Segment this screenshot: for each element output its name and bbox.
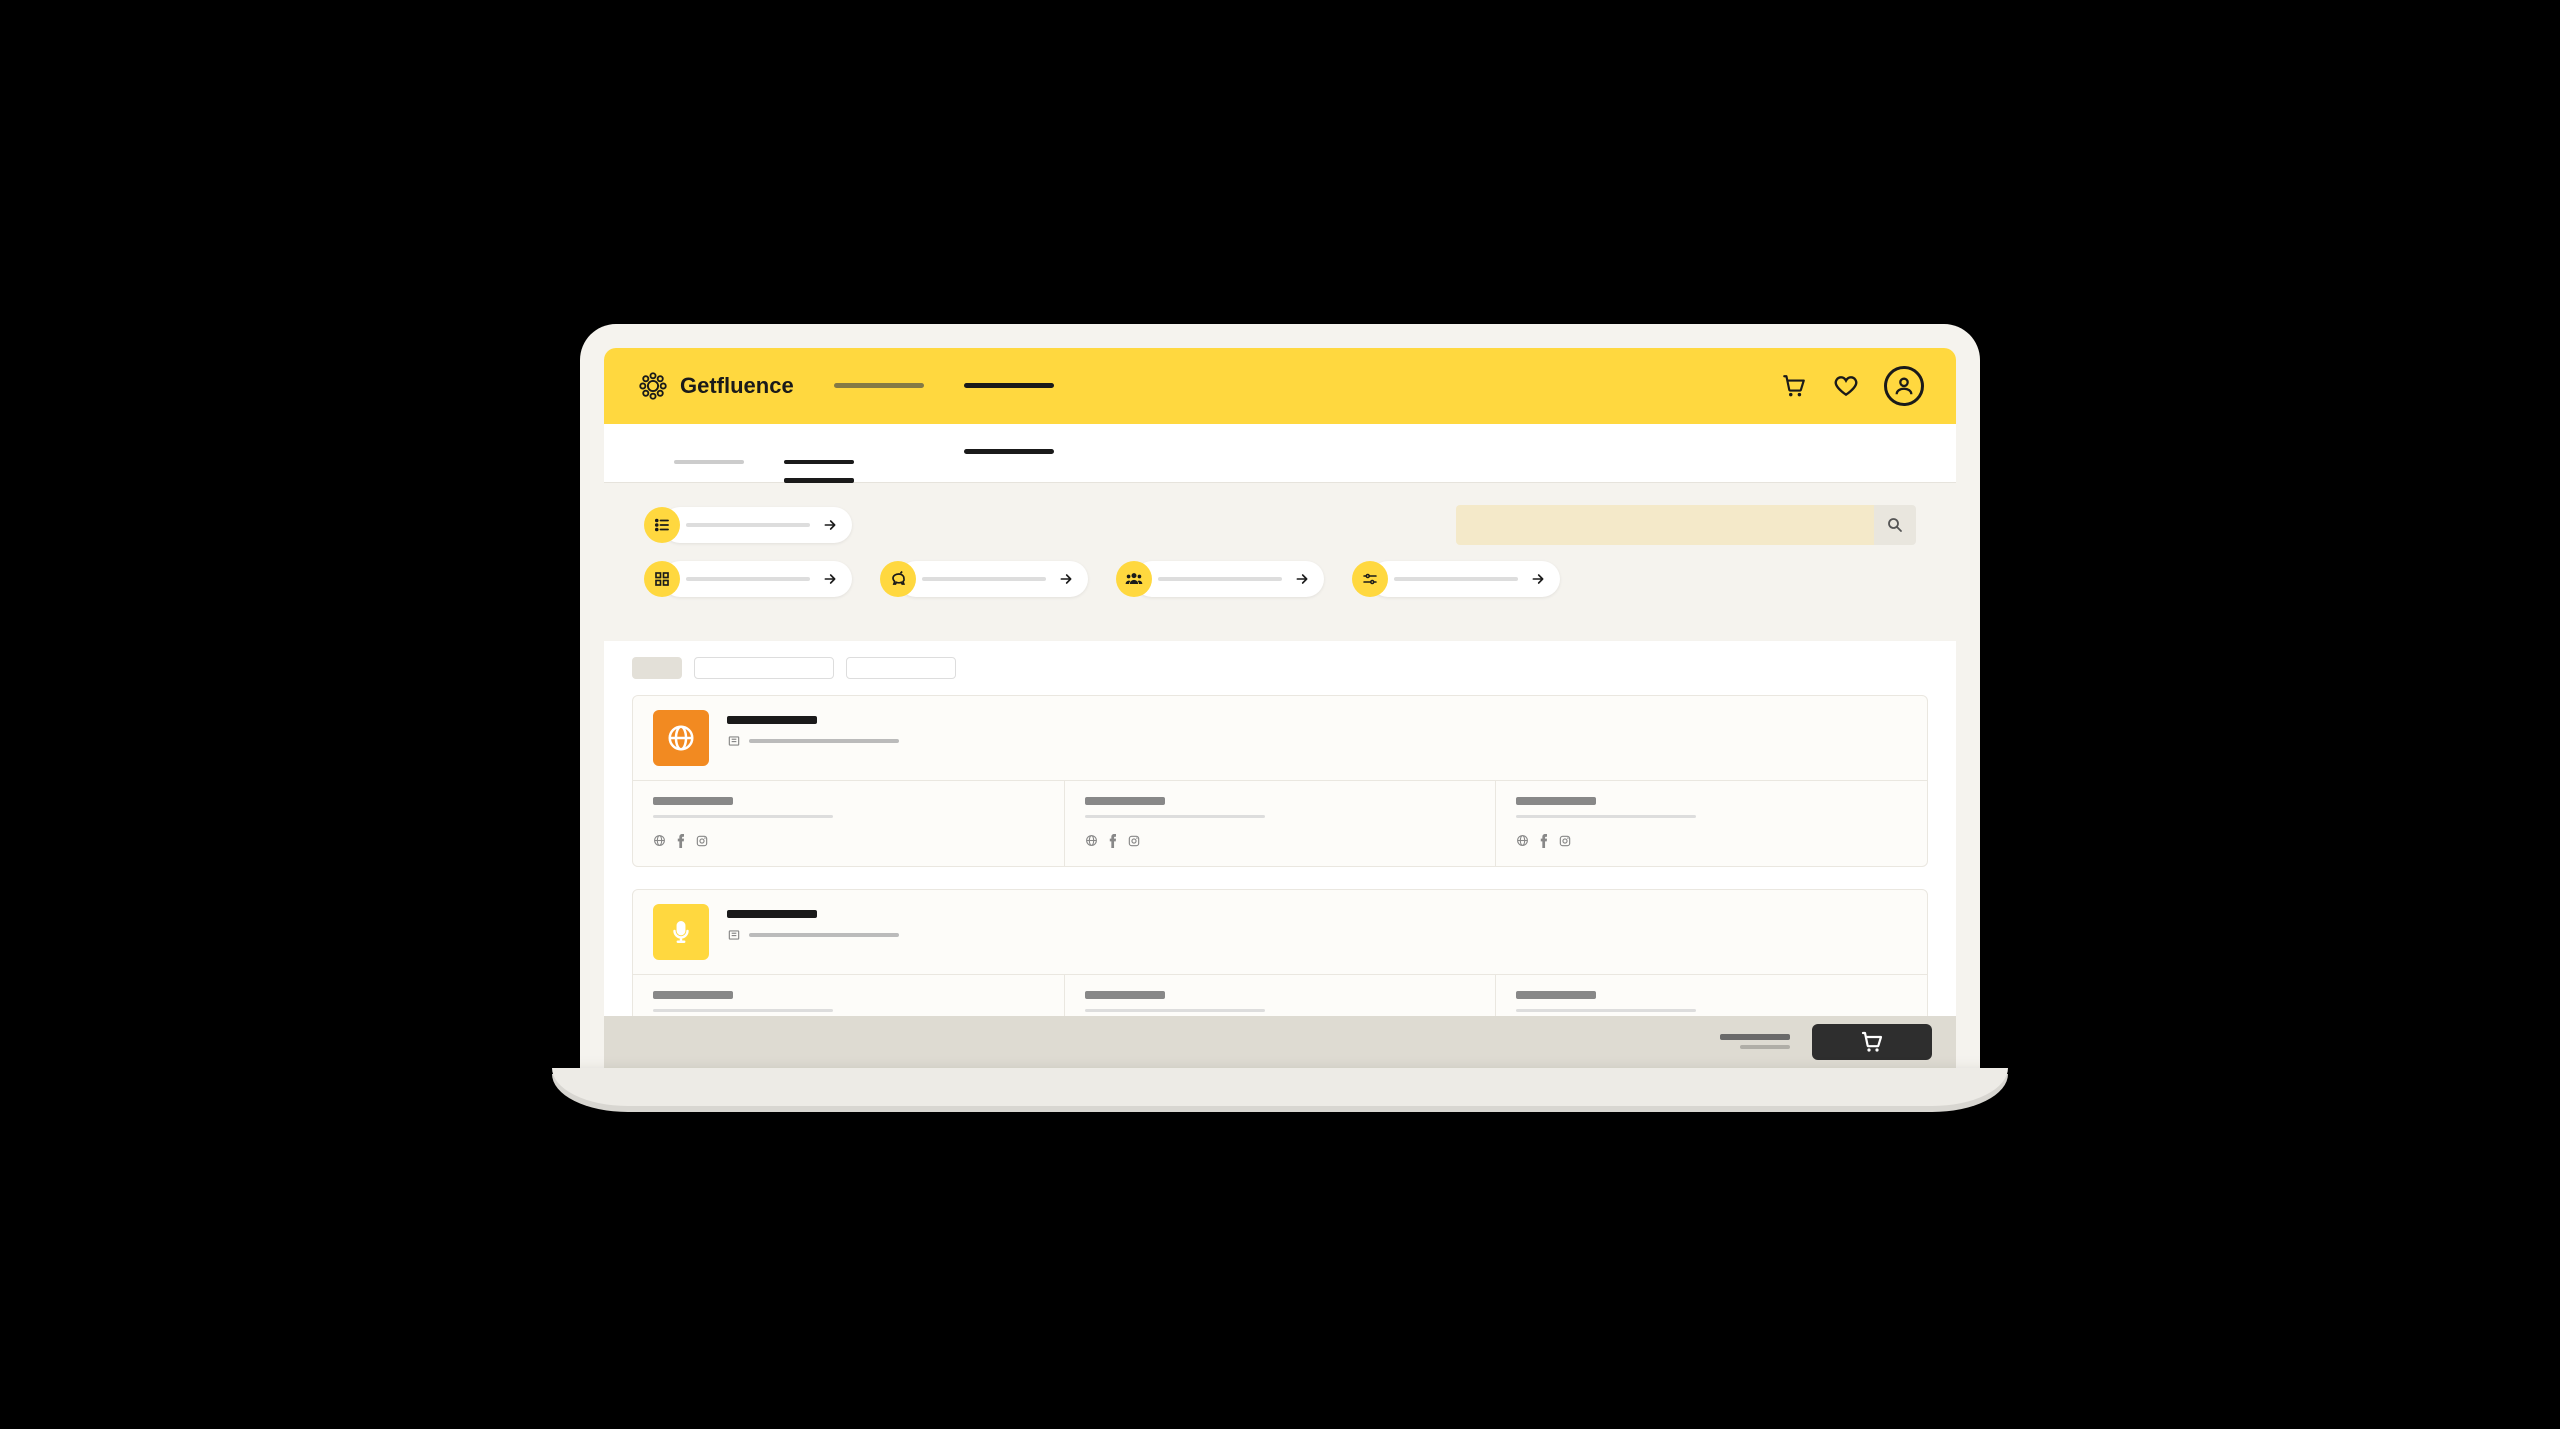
cart-button[interactable]: [1780, 372, 1808, 400]
header-tab-2[interactable]: [964, 348, 1054, 424]
filter-panel: [604, 483, 1956, 641]
checkout-bar: [604, 1016, 1956, 1068]
search-input[interactable]: [1456, 505, 1874, 545]
instagram-icon: [695, 834, 709, 848]
result-chips: [632, 657, 1928, 679]
search-bar: [1456, 505, 1916, 545]
result-card: [632, 695, 1928, 867]
arrow-right-icon: [1294, 571, 1310, 587]
card-type-icon: [653, 710, 709, 766]
checkout-summary: [1720, 1034, 1790, 1049]
checkout-button[interactable]: [1812, 1024, 1932, 1060]
sub-navigation: [604, 424, 1956, 483]
list-icon: [644, 507, 680, 543]
social-icons: [653, 834, 1044, 848]
cart-icon: [1860, 1030, 1884, 1054]
results-area: [604, 641, 1956, 1061]
chip-filter-2[interactable]: [846, 657, 956, 679]
card-subtitle: [749, 933, 899, 937]
brand-name: Getfluence: [680, 373, 794, 399]
piggy-icon: [880, 561, 916, 597]
people-icon: [1116, 561, 1152, 597]
chip-active[interactable]: [632, 657, 682, 679]
search-button[interactable]: [1874, 505, 1916, 545]
grid-icon: [644, 561, 680, 597]
header-actions: [1780, 366, 1924, 406]
globe-icon: [666, 723, 696, 753]
arrow-right-icon: [1530, 571, 1546, 587]
primary-filter[interactable]: [644, 507, 852, 543]
app-header: Getfluence: [604, 348, 1956, 424]
laptop-mockup: Getfluence: [580, 324, 1980, 1106]
card-column[interactable]: [1065, 781, 1497, 866]
subnav-tab-2[interactable]: [784, 442, 854, 482]
filter-category[interactable]: [644, 561, 852, 597]
filter-audience[interactable]: [1116, 561, 1324, 597]
arrow-right-icon: [822, 517, 838, 533]
newspaper-icon: [727, 928, 741, 942]
heart-icon: [1833, 373, 1859, 399]
search-icon: [1886, 516, 1904, 534]
card-column[interactable]: [1496, 781, 1927, 866]
filter-budget[interactable]: [880, 561, 1088, 597]
arrow-right-icon: [1058, 571, 1074, 587]
globe-small-icon: [653, 834, 666, 847]
cart-icon: [1781, 373, 1807, 399]
subnav-tab-1[interactable]: [674, 442, 744, 482]
card-type-icon: [653, 904, 709, 960]
brand-logo[interactable]: Getfluence: [636, 369, 794, 403]
sliders-icon: [1352, 561, 1388, 597]
favorites-button[interactable]: [1832, 372, 1860, 400]
logo-mark-icon: [636, 369, 670, 403]
chip-filter-1[interactable]: [694, 657, 834, 679]
header-tab-1[interactable]: [834, 348, 924, 424]
newspaper-icon: [727, 734, 741, 748]
arrow-right-icon: [822, 571, 838, 587]
filter-more[interactable]: [1352, 561, 1560, 597]
card-title: [727, 716, 817, 724]
card-title: [727, 910, 817, 918]
app-screen: Getfluence: [604, 348, 1956, 1068]
profile-icon: [1893, 375, 1915, 397]
profile-button[interactable]: [1884, 366, 1924, 406]
screen-frame: Getfluence: [580, 324, 1980, 1068]
card-subtitle: [749, 739, 899, 743]
laptop-base: [552, 1068, 2008, 1106]
facebook-icon: [676, 834, 685, 848]
card-column[interactable]: [633, 781, 1065, 866]
header-tabs: [834, 348, 1054, 424]
mic-icon: [668, 919, 694, 945]
